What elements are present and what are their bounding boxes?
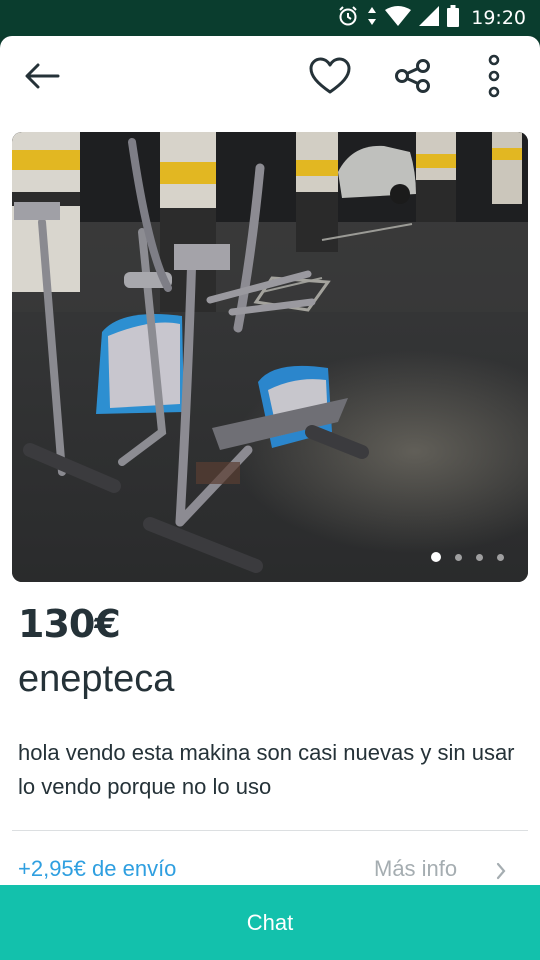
chat-button[interactable]: Chat: [0, 885, 540, 960]
back-button[interactable]: [18, 56, 66, 100]
chevron-right-icon: [496, 862, 506, 884]
product-photo-image: [12, 132, 528, 582]
listing-sheet: 130€ enepteca hola vendo esta makina son…: [0, 36, 540, 960]
toolbar: [0, 36, 540, 120]
wifi-icon: [385, 6, 412, 30]
more-vertical-icon: [488, 54, 500, 102]
pagination-dot-active[interactable]: [431, 552, 441, 562]
arrow-left-icon: [24, 63, 60, 93]
data-arrows-icon: [367, 6, 377, 30]
heart-icon: [309, 57, 351, 99]
share-icon: [394, 58, 432, 98]
favorite-button[interactable]: [306, 56, 354, 100]
shipping-cost-link[interactable]: +2,95€ de envío: [18, 856, 176, 882]
share-button[interactable]: [389, 56, 437, 100]
product-title: enepteca: [18, 658, 175, 700]
photo-pagination: [431, 552, 504, 562]
pagination-dot[interactable]: [476, 553, 483, 561]
more-options-button[interactable]: [472, 54, 516, 102]
signal-icon: [419, 6, 440, 30]
alarm-icon: [337, 5, 359, 31]
status-icons: 19:20: [337, 0, 526, 36]
more-info-link[interactable]: Más info: [374, 856, 457, 882]
pagination-dot[interactable]: [455, 553, 462, 561]
product-price: 130€: [18, 602, 121, 646]
product-photo[interactable]: [12, 132, 528, 582]
status-bar: 19:20: [0, 0, 540, 36]
product-description: hola vendo esta makina son casi nuevas y…: [18, 740, 515, 799]
divider: [12, 830, 528, 831]
pagination-dot[interactable]: [497, 553, 504, 561]
battery-icon: [447, 5, 460, 31]
status-time: 19:20: [471, 7, 526, 29]
